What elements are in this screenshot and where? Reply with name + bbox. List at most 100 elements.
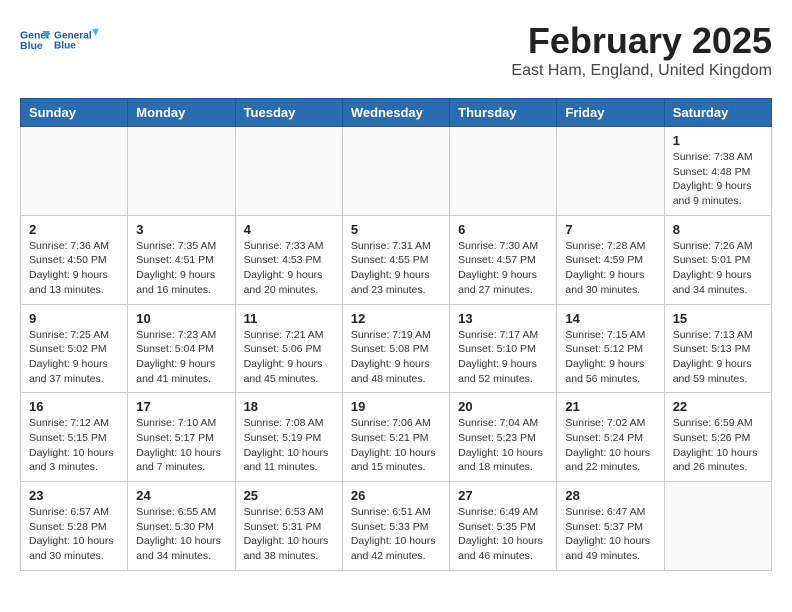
day-info: Sunrise: 7:36 AM Sunset: 4:50 PM Dayligh… (29, 239, 119, 298)
day-number: 12 (351, 311, 441, 326)
day-info: Sunrise: 7:10 AM Sunset: 5:17 PM Dayligh… (136, 416, 226, 475)
svg-text:Blue: Blue (20, 40, 43, 52)
day-number: 9 (29, 311, 119, 326)
day-info: Sunrise: 7:28 AM Sunset: 4:59 PM Dayligh… (565, 239, 655, 298)
day-info: Sunrise: 6:59 AM Sunset: 5:26 PM Dayligh… (673, 416, 763, 475)
calendar-table: SundayMondayTuesdayWednesdayThursdayFrid… (20, 98, 772, 571)
calendar-title: February 2025 (511, 20, 772, 62)
calendar-cell (128, 127, 235, 216)
day-number: 24 (136, 488, 226, 503)
day-header-sunday: Sunday (21, 99, 128, 127)
calendar-cell: 1 Sunrise: 7:38 AM Sunset: 4:48 PM Daylig… (664, 127, 771, 216)
day-number: 21 (565, 399, 655, 414)
calendar-cell: 20 Sunrise: 7:04 AM Sunset: 5:23 PM Dayli… (450, 393, 557, 482)
calendar-cell: 9 Sunrise: 7:25 AM Sunset: 5:02 PM Daylig… (21, 304, 128, 393)
day-info: Sunrise: 7:21 AM Sunset: 5:06 PM Dayligh… (244, 328, 334, 387)
day-number: 23 (29, 488, 119, 503)
calendar-cell: 18 Sunrise: 7:08 AM Sunset: 5:19 PM Dayli… (235, 393, 342, 482)
day-number: 10 (136, 311, 226, 326)
day-number: 20 (458, 399, 548, 414)
calendar-cell (664, 482, 771, 571)
calendar-cell: 4 Sunrise: 7:33 AM Sunset: 4:53 PM Daylig… (235, 215, 342, 304)
day-info: Sunrise: 6:53 AM Sunset: 5:31 PM Dayligh… (244, 505, 334, 564)
week-row-1: 1 Sunrise: 7:38 AM Sunset: 4:48 PM Daylig… (21, 127, 772, 216)
day-number: 11 (244, 311, 334, 326)
calendar-subtitle: East Ham, England, United Kingdom (511, 62, 772, 80)
logo: General Blue General Blue (20, 20, 99, 60)
day-info: Sunrise: 6:57 AM Sunset: 5:28 PM Dayligh… (29, 505, 119, 564)
day-number: 14 (565, 311, 655, 326)
week-row-3: 9 Sunrise: 7:25 AM Sunset: 5:02 PM Daylig… (21, 304, 772, 393)
day-header-monday: Monday (128, 99, 235, 127)
day-number: 8 (673, 222, 763, 237)
calendar-cell (342, 127, 449, 216)
day-number: 2 (29, 222, 119, 237)
day-info: Sunrise: 7:30 AM Sunset: 4:57 PM Dayligh… (458, 239, 548, 298)
calendar-cell: 7 Sunrise: 7:28 AM Sunset: 4:59 PM Daylig… (557, 215, 664, 304)
day-header-thursday: Thursday (450, 99, 557, 127)
title-section: February 2025 East Ham, England, United … (511, 20, 772, 80)
day-info: Sunrise: 7:06 AM Sunset: 5:21 PM Dayligh… (351, 416, 441, 475)
calendar-cell: 15Sunrise: 7:13 AM Sunset: 5:13 PM Dayli… (664, 304, 771, 393)
day-info: Sunrise: 7:04 AM Sunset: 5:23 PM Dayligh… (458, 416, 548, 475)
day-info: Sunrise: 7:12 AM Sunset: 5:15 PM Dayligh… (29, 416, 119, 475)
day-info: Sunrise: 7:08 AM Sunset: 5:19 PM Dayligh… (244, 416, 334, 475)
day-number: 7 (565, 222, 655, 237)
calendar-header-row: SundayMondayTuesdayWednesdayThursdayFrid… (21, 99, 772, 127)
day-info: Sunrise: 7:25 AM Sunset: 5:02 PM Dayligh… (29, 328, 119, 387)
day-number: 15 (673, 311, 763, 326)
calendar-cell: 12Sunrise: 7:19 AM Sunset: 5:08 PM Dayli… (342, 304, 449, 393)
calendar-cell: 11 Sunrise: 7:21 AM Sunset: 5:06 PM Dayli… (235, 304, 342, 393)
day-info: Sunrise: 7:31 AM Sunset: 4:55 PM Dayligh… (351, 239, 441, 298)
day-info: Sunrise: 7:26 AM Sunset: 5:01 PM Dayligh… (673, 239, 763, 298)
calendar-cell (450, 127, 557, 216)
calendar-cell: 24 Sunrise: 6:55 AM Sunset: 5:30 PM Dayli… (128, 482, 235, 571)
calendar-cell: 2 Sunrise: 7:36 AM Sunset: 4:50 PM Daylig… (21, 215, 128, 304)
calendar-cell: 3Sunrise: 7:35 AM Sunset: 4:51 PM Daylig… (128, 215, 235, 304)
day-number: 17 (136, 399, 226, 414)
day-number: 27 (458, 488, 548, 503)
day-info: Sunrise: 6:49 AM Sunset: 5:35 PM Dayligh… (458, 505, 548, 564)
day-number: 16 (29, 399, 119, 414)
svg-text:General: General (54, 30, 92, 41)
day-info: Sunrise: 7:02 AM Sunset: 5:24 PM Dayligh… (565, 416, 655, 475)
calendar-cell: 14 Sunrise: 7:15 AM Sunset: 5:12 PM Dayli… (557, 304, 664, 393)
day-header-saturday: Saturday (664, 99, 771, 127)
day-number: 22 (673, 399, 763, 414)
svg-text:Blue: Blue (54, 40, 76, 51)
calendar-cell: 13Sunrise: 7:17 AM Sunset: 5:10 PM Dayli… (450, 304, 557, 393)
day-info: Sunrise: 7:33 AM Sunset: 4:53 PM Dayligh… (244, 239, 334, 298)
day-header-friday: Friday (557, 99, 664, 127)
calendar-body: 1 Sunrise: 7:38 AM Sunset: 4:48 PM Daylig… (21, 127, 772, 571)
day-number: 28 (565, 488, 655, 503)
calendar-cell: 17 Sunrise: 7:10 AM Sunset: 5:17 PM Dayli… (128, 393, 235, 482)
calendar-cell (235, 127, 342, 216)
day-info: Sunrise: 7:15 AM Sunset: 5:12 PM Dayligh… (565, 328, 655, 387)
calendar-cell (21, 127, 128, 216)
calendar-cell: 5 Sunrise: 7:31 AM Sunset: 4:55 PM Daylig… (342, 215, 449, 304)
day-number: 18 (244, 399, 334, 414)
day-number: 26 (351, 488, 441, 503)
day-number: 4 (244, 222, 334, 237)
calendar-cell: 22 Sunrise: 6:59 AM Sunset: 5:26 PM Dayli… (664, 393, 771, 482)
logo-icon: General Blue (20, 25, 50, 55)
day-header-tuesday: Tuesday (235, 99, 342, 127)
day-number: 19 (351, 399, 441, 414)
week-row-4: 16 Sunrise: 7:12 AM Sunset: 5:15 PM Dayli… (21, 393, 772, 482)
day-info: Sunrise: 6:51 AM Sunset: 5:33 PM Dayligh… (351, 505, 441, 564)
calendar-cell: 16 Sunrise: 7:12 AM Sunset: 5:15 PM Dayli… (21, 393, 128, 482)
calendar-cell: 26 Sunrise: 6:51 AM Sunset: 5:33 PM Dayli… (342, 482, 449, 571)
day-number: 25 (244, 488, 334, 503)
calendar-cell: 6Sunrise: 7:30 AM Sunset: 4:57 PM Daylig… (450, 215, 557, 304)
calendar-cell: 28Sunrise: 6:47 AM Sunset: 5:37 PM Dayli… (557, 482, 664, 571)
day-info: Sunrise: 7:38 AM Sunset: 4:48 PM Dayligh… (673, 150, 763, 209)
calendar-cell (557, 127, 664, 216)
day-number: 1 (673, 133, 763, 148)
day-number: 5 (351, 222, 441, 237)
calendar-cell: 21 Sunrise: 7:02 AM Sunset: 5:24 PM Dayli… (557, 393, 664, 482)
day-info: Sunrise: 7:23 AM Sunset: 5:04 PM Dayligh… (136, 328, 226, 387)
day-info: Sunrise: 6:55 AM Sunset: 5:30 PM Dayligh… (136, 505, 226, 564)
calendar-cell: 10 Sunrise: 7:23 AM Sunset: 5:04 PM Dayli… (128, 304, 235, 393)
calendar-cell: 19 Sunrise: 7:06 AM Sunset: 5:21 PM Dayli… (342, 393, 449, 482)
day-info: Sunrise: 7:35 AM Sunset: 4:51 PM Dayligh… (136, 239, 226, 298)
